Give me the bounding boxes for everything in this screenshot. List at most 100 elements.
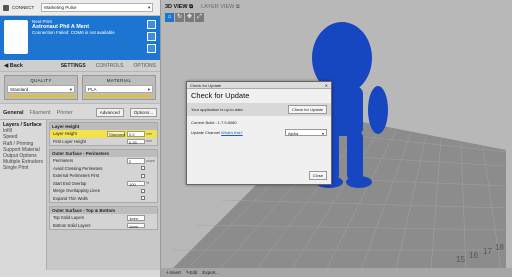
material-value: PLA [88,87,97,92]
chevron-down-icon: ▾ [147,4,151,10]
svg-text:17: 17 [483,247,492,256]
category-single-print[interactable]: Single Print [3,165,43,171]
insert-label: Insert [169,269,181,275]
printer-thumbnail [4,20,28,54]
group-layer-height: Layer Height Layer Height Standard 0.2 m… [49,122,158,146]
tab-filament[interactable]: Filament [29,110,50,116]
printer-info: Next Print Astronaut Phil A Ment Connect… [32,19,115,36]
close-button[interactable]: Close [308,171,327,180]
layer-height-input[interactable]: 0.2 [127,131,145,137]
setting-unit: count [146,158,155,163]
check-for-update-button[interactable]: Check for Update [287,105,327,114]
tab-controls[interactable]: CONTROLS [96,63,124,69]
settings-area: Layers / Surface Infill Speed Raft / Pri… [0,120,160,270]
material-title: MATERIAL [106,78,132,83]
edit-label: Edit [189,269,198,275]
printer-action-button-1[interactable] [147,20,156,29]
move-icon[interactable]: ✥ [185,13,194,22]
first-layer-height-input[interactable]: 0.25 [127,138,145,145]
insert-button[interactable]: ＋Insert [165,270,181,276]
back-button[interactable]: ◀ Back [4,63,23,69]
tab-options[interactable]: OPTIONS [133,63,156,69]
update-channel-row: Update Channel What's this? Alpha ▾ [187,125,331,136]
merge-overlap-checkbox[interactable] [141,188,145,193]
setting-label: Layer Height [53,131,77,137]
edit-button[interactable]: ✎Edit [186,270,198,276]
tab-printer[interactable]: Printer [57,110,73,116]
tab-layer-view-label: LAYER VIEW [201,4,235,10]
printer-connection-status: Connection Failed: COM6 is not available [32,30,115,35]
material-select[interactable]: PLA ▾ [85,85,153,93]
setting-unit: mm [146,131,152,136]
category-list: Layers / Surface Infill Speed Raft / Pri… [0,120,46,270]
printer-topbar: CONNECT Marketing Pulse ▾ [0,0,160,16]
group-title: Outer Surface - Perimeters [50,150,157,157]
setting-label: Start End Overlap [53,180,87,186]
group-title: Outer Surface - Top & Bottom [50,207,157,214]
whats-this-link[interactable]: What's this? [221,130,243,135]
scale-icon[interactable]: ⤢ [195,13,204,22]
dialog-window-title: Check for Update [190,83,222,88]
view-tabs: 3D VIEW ⧉ LAYER VIEW ⧉ [165,4,240,11]
settings-grid: Layer Height Layer Height Standard 0.2 m… [46,120,160,270]
setting-layer-height: Layer Height Standard 0.2 mm [50,130,157,138]
printer-action-button-2[interactable] [147,32,156,41]
update-channel-select[interactable]: Alpha ▾ [285,129,327,136]
setting-label: Perimeters [53,158,74,164]
back-label: Back [9,62,23,69]
group-top-bottom: Outer Surface - Top & Bottom Top Solid L… [49,206,158,230]
3d-viewport[interactable]: 15 16 17 18 3D VIEW ⧉ LAYER VIEW ⧉ ⌂ ↻ ✥ ⤢… [161,0,512,277]
expand-thin-checkbox[interactable] [141,196,145,201]
svg-text:16: 16 [469,251,478,260]
tab-3d-view-label: 3D VIEW [165,4,188,10]
printer-select[interactable]: Marketing Pulse ▾ [41,3,154,12]
setting-label: Avoid Crossing Perimeters [53,165,103,171]
material-color-bar [85,95,153,97]
svg-text:15: 15 [456,255,465,264]
update-status-text: Your application is up-to-date. [191,107,244,112]
section-tabs: General Filament Printer Advanced Option… [0,104,160,120]
tab-general[interactable]: General [3,110,23,116]
chevron-down-icon: ▾ [321,131,324,136]
material-panel: MATERIAL PLA ▾ [82,75,156,100]
bottom-solid-input[interactable]: 1mm [127,222,145,229]
settings-sidebar: CONNECT Marketing Pulse ▾ Next Print Ast… [0,0,160,277]
setting-label: Top Solid Layers [53,215,84,221]
group-title: Layer Height [50,123,157,130]
home-icon[interactable]: ⌂ [165,13,174,22]
external-link-icon: ⧉ [235,4,240,10]
tab-3d-view[interactable]: 3D VIEW ⧉ [165,4,193,11]
layer-height-preset[interactable]: Standard [107,131,125,137]
printer-status-panel: Next Print Astronaut Phil A Ment Connect… [0,16,160,60]
quality-title: QUALITY [30,78,52,83]
update-status-bar: Your application is up-to-date. Check fo… [187,103,331,116]
svg-text:18: 18 [495,243,504,252]
quality-select[interactable]: Standard ▾ [7,85,75,93]
advanced-button[interactable]: Advanced [95,108,124,117]
options-button[interactable]: Options... [129,108,157,117]
connect-label[interactable]: CONNECT [12,5,34,10]
tab-layer-view[interactable]: LAYER VIEW ⧉ [201,4,240,11]
perimeters-input[interactable]: 2 [127,158,145,164]
view-tool-icons: ⌂ ↻ ✥ ⤢ [165,13,204,22]
setting-perimeters: Perimeters 2 count [50,157,157,165]
connect-icon[interactable] [3,4,9,11]
tab-settings[interactable]: SETTINGS [61,63,86,69]
printer-action-button-3[interactable] [147,44,156,53]
start-end-overlap-input[interactable]: 100 [127,180,145,187]
external-first-checkbox[interactable] [141,173,145,178]
export-button[interactable]: Export... [202,270,219,275]
avoid-crossing-checkbox[interactable] [141,166,145,171]
viewport-bottom-bar: ＋Insert ✎Edit Export... [161,268,512,277]
chevron-down-icon: ▾ [69,87,72,92]
setting-expand-thin: Expand Thin Walls [50,195,157,203]
update-channel-label: Update Channel [191,130,220,135]
setting-label: Expand Thin Walls [53,195,88,201]
dialog-heading: Check for Update [191,91,250,100]
rotate-icon[interactable]: ↻ [175,13,184,22]
sidebar-navbar: ◀ Back SETTINGS CONTROLS OPTIONS [0,60,160,72]
dialog-titlebar: Check for Update ✕ [187,82,331,89]
quality-value: Standard [10,87,29,92]
close-icon[interactable]: ✕ [325,83,328,88]
top-solid-input[interactable]: 1mm [127,215,145,221]
